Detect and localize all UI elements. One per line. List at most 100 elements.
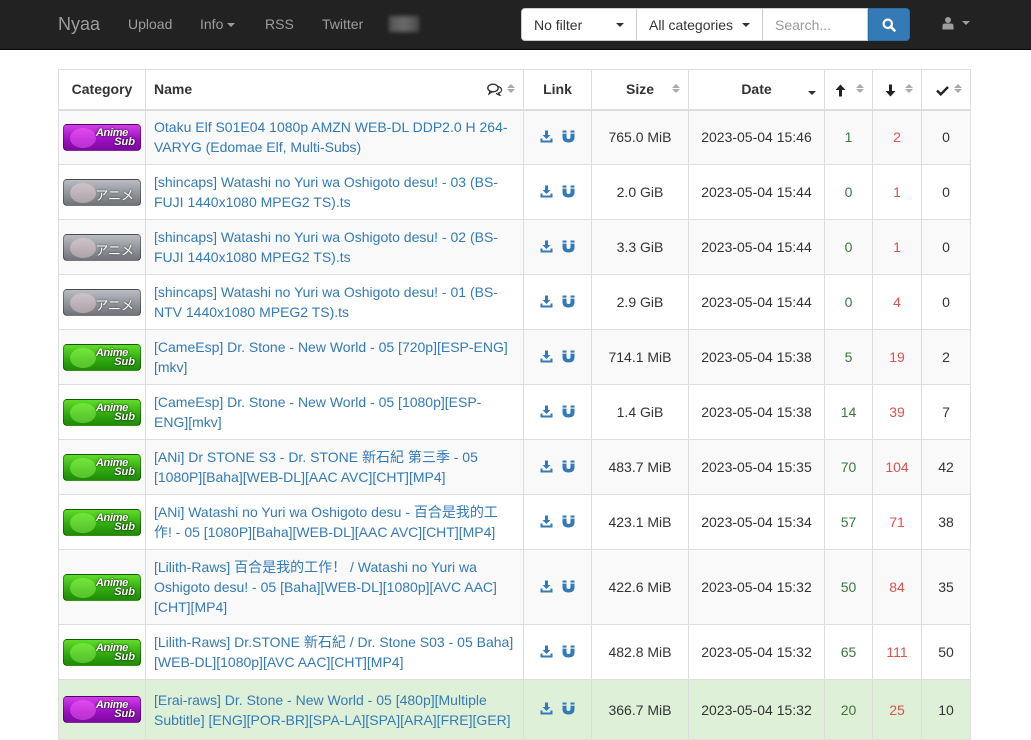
sort-icon[interactable] bbox=[507, 84, 515, 93]
header-link: Link bbox=[523, 69, 592, 111]
table-row: アニメ [shincaps] Watashi no Yuri wa Oshigo… bbox=[58, 274, 971, 330]
table-row: アニメ [shincaps] Watashi no Yuri wa Oshigo… bbox=[58, 219, 971, 275]
category-select[interactable]: All categories bbox=[637, 8, 763, 41]
badge-subtext: Sub bbox=[114, 585, 135, 598]
leechers-cell: 39 bbox=[872, 384, 922, 440]
download-icon bbox=[540, 515, 553, 528]
header-category[interactable]: Category bbox=[58, 69, 146, 111]
redacted-nav-item bbox=[389, 16, 419, 32]
nav-twitter[interactable]: Twitter bbox=[322, 16, 363, 32]
magnet-link-button[interactable] bbox=[562, 350, 575, 366]
category-badge[interactable]: Anime Sub bbox=[63, 696, 141, 723]
link-cell bbox=[523, 384, 592, 440]
torrent-name-link[interactable]: Otaku Elf S01E04 1080p AMZN WEB-DL DDP2.… bbox=[154, 117, 515, 157]
download-torrent-button[interactable] bbox=[540, 580, 553, 596]
seeders-cell: 0 bbox=[824, 219, 873, 275]
arrow-up-icon bbox=[835, 84, 846, 97]
header-category-label: Category bbox=[71, 81, 133, 98]
badge-subtext: Sub bbox=[114, 708, 135, 720]
search-button[interactable] bbox=[868, 8, 910, 41]
sort-icon[interactable] bbox=[954, 84, 962, 93]
download-torrent-button[interactable] bbox=[540, 405, 553, 421]
header-size[interactable]: Size bbox=[591, 69, 689, 111]
brand-logo[interactable]: Nyaa bbox=[58, 14, 100, 35]
category-badge[interactable]: Anime Sub bbox=[63, 453, 141, 481]
caret-down-icon bbox=[227, 23, 236, 28]
category-badge[interactable]: アニメ bbox=[63, 288, 141, 316]
magnet-link-button[interactable] bbox=[562, 240, 575, 256]
magnet-link-button[interactable] bbox=[562, 702, 575, 718]
download-torrent-button[interactable] bbox=[540, 240, 553, 256]
magnet-icon bbox=[562, 460, 575, 473]
category-badge[interactable]: Anime Sub bbox=[63, 508, 141, 536]
category-badge[interactable]: Anime Sub bbox=[63, 123, 141, 151]
search-input[interactable] bbox=[763, 8, 868, 41]
user-menu-dropdown[interactable] bbox=[942, 16, 970, 30]
header-name[interactable]: Name bbox=[145, 69, 524, 111]
magnet-link-button[interactable] bbox=[562, 405, 575, 421]
torrent-name-link[interactable]: [CameEsp] Dr. Stone - New World - 05 [72… bbox=[154, 337, 515, 377]
completed-cell: 2 bbox=[921, 329, 971, 385]
download-torrent-button[interactable] bbox=[540, 130, 553, 146]
torrent-name-link[interactable]: [shincaps] Watashi no Yuri wa Oshigoto d… bbox=[154, 282, 515, 322]
download-icon bbox=[540, 185, 553, 198]
sort-icon[interactable] bbox=[672, 84, 680, 93]
category-badge[interactable]: Anime Sub bbox=[63, 638, 141, 666]
torrent-name-link[interactable]: [Erai-raws] Dr. Stone - New World - 05 [… bbox=[154, 690, 515, 730]
category-cell: Anime Sub bbox=[58, 439, 146, 495]
torrent-name-link[interactable]: [ANi] Dr STONE S3 - Dr. STONE 新石紀 第三季 - … bbox=[154, 447, 515, 487]
torrent-name-link[interactable]: [ANi] Watashi no Yuri wa Oshigoto desu -… bbox=[154, 502, 515, 542]
nav-upload[interactable]: Upload bbox=[128, 16, 172, 32]
torrent-name-link[interactable]: [CameEsp] Dr. Stone - New World - 05 [10… bbox=[154, 392, 515, 432]
download-icon bbox=[540, 580, 553, 593]
link-cell bbox=[523, 274, 592, 330]
sort-desc-icon[interactable] bbox=[808, 91, 816, 95]
magnet-link-button[interactable] bbox=[562, 295, 575, 311]
category-badge[interactable]: Anime Sub bbox=[63, 398, 141, 426]
completed-cell: 42 bbox=[921, 439, 971, 495]
nav-rss[interactable]: RSS bbox=[265, 16, 294, 32]
filter-select[interactable]: No filter bbox=[521, 8, 637, 41]
comments-icon[interactable] bbox=[487, 83, 503, 96]
magnet-link-button[interactable] bbox=[562, 130, 575, 146]
download-torrent-button[interactable] bbox=[540, 185, 553, 201]
download-torrent-button[interactable] bbox=[540, 702, 553, 718]
seeders-cell: 50 bbox=[824, 549, 873, 625]
download-icon bbox=[540, 645, 553, 658]
magnet-link-button[interactable] bbox=[562, 460, 575, 476]
magnet-link-button[interactable] bbox=[562, 515, 575, 531]
torrent-name-link[interactable]: [shincaps] Watashi no Yuri wa Oshigoto d… bbox=[154, 172, 515, 212]
sort-icon[interactable] bbox=[905, 84, 913, 93]
torrent-name-link[interactable]: [shincaps] Watashi no Yuri wa Oshigoto d… bbox=[154, 227, 515, 267]
download-torrent-button[interactable] bbox=[540, 460, 553, 476]
name-cell: [shincaps] Watashi no Yuri wa Oshigoto d… bbox=[145, 274, 524, 330]
sort-icon[interactable] bbox=[856, 84, 864, 93]
badge-subtext: Sub bbox=[114, 135, 135, 148]
table-row: Anime Sub [CameEsp] Dr. Stone - New World… bbox=[58, 384, 971, 440]
torrent-list: Category Name Link Size Date Anime Sub O… bbox=[58, 69, 971, 740]
torrent-table: Category Name Link Size Date Anime Sub O… bbox=[58, 69, 971, 740]
category-badge[interactable]: Anime Sub bbox=[63, 343, 141, 371]
download-torrent-button[interactable] bbox=[540, 645, 553, 661]
torrent-name-link[interactable]: [Lilith-Raws] Dr.STONE 新石紀 / Dr. Stone S… bbox=[154, 632, 515, 672]
name-cell: [Lilith-Raws] 百合是我的工作！ / Watashi no Yuri… bbox=[145, 549, 524, 625]
header-date[interactable]: Date bbox=[688, 69, 825, 111]
category-badge[interactable]: アニメ bbox=[63, 233, 141, 261]
download-torrent-button[interactable] bbox=[540, 295, 553, 311]
header-completed[interactable] bbox=[921, 69, 971, 111]
header-leechers[interactable] bbox=[872, 69, 922, 111]
caret-down-icon bbox=[742, 22, 750, 27]
magnet-link-button[interactable] bbox=[562, 645, 575, 661]
download-torrent-button[interactable] bbox=[540, 350, 553, 366]
header-seeders[interactable] bbox=[824, 69, 873, 111]
nav-info-dropdown[interactable]: Info bbox=[200, 16, 236, 32]
category-badge[interactable]: Anime Sub bbox=[63, 573, 141, 601]
download-icon bbox=[540, 240, 553, 253]
link-cell bbox=[523, 219, 592, 275]
magnet-link-button[interactable] bbox=[562, 185, 575, 201]
download-torrent-button[interactable] bbox=[540, 515, 553, 531]
magnet-link-button[interactable] bbox=[562, 580, 575, 596]
size-cell: 765.0 MiB bbox=[591, 109, 689, 165]
torrent-name-link[interactable]: [Lilith-Raws] 百合是我的工作！ / Watashi no Yuri… bbox=[154, 557, 515, 617]
category-badge[interactable]: アニメ bbox=[63, 178, 141, 206]
